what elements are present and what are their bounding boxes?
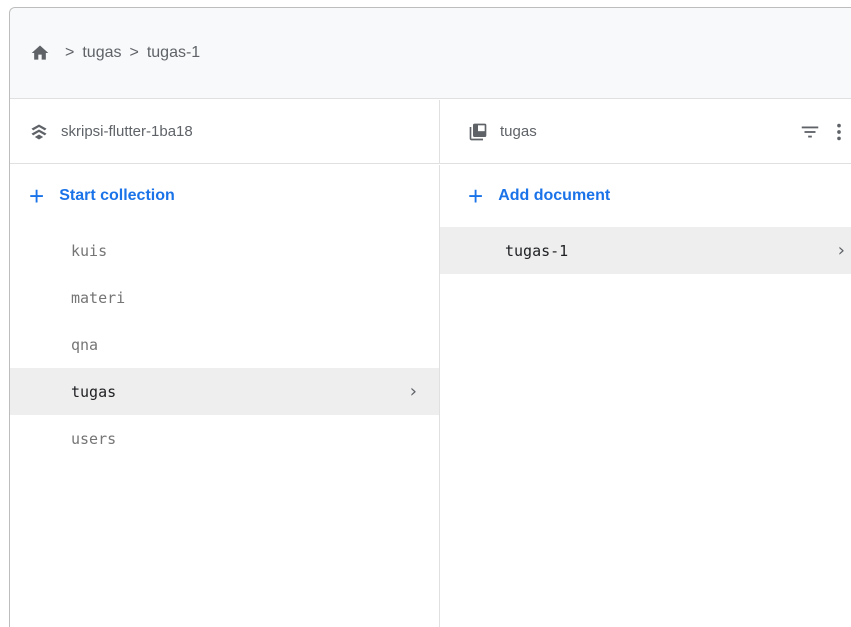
chevron-right-icon: › [409,381,417,402]
project-panel-header: skripsi-flutter-1ba18 [10,100,440,164]
collections-list: + Start collection kuis materi qna tugas… [10,165,440,627]
collection-item-users[interactable]: users [10,415,439,462]
collection-item-kuis[interactable]: kuis [10,227,439,274]
breadcrumb-item-tugas[interactable]: tugas [82,44,121,62]
collection-item-label: users [71,429,117,448]
collection-panel-header: tugas [440,100,851,164]
documents-list: + Add document tugas-1 › [440,165,851,627]
collection-item-qna[interactable]: qna [10,321,439,368]
add-document-button[interactable]: + Add document [440,165,851,227]
more-vert-icon[interactable] [835,121,843,143]
collection-item-label: kuis [71,241,108,260]
firestore-data-viewer: > tugas > tugas-1 skripsi-flutter-1ba18 … [9,7,851,627]
firestore-icon [31,124,47,139]
breadcrumb-item-tugas-1[interactable]: tugas-1 [147,44,200,62]
filter-icon[interactable] [799,121,821,143]
document-item-tugas-1[interactable]: tugas-1 › [440,227,851,274]
collection-item-tugas[interactable]: tugas › [10,368,439,415]
start-collection-button[interactable]: + Start collection [10,165,439,227]
project-name: skripsi-flutter-1ba18 [61,123,193,140]
collection-name: tugas [500,123,537,140]
collection-item-label: tugas [71,382,117,401]
start-collection-label: Start collection [59,187,175,204]
breadcrumb: > tugas > tugas-1 [10,8,851,99]
collection-item-label: qna [71,335,99,354]
collection-item-label: materi [71,288,126,307]
add-document-label: Add document [498,187,611,204]
add-icon: + [29,181,45,211]
collection-icon [469,123,487,140]
add-icon: + [468,181,484,211]
collection-item-materi[interactable]: materi [10,274,439,321]
chevron-right-icon: > [129,44,139,61]
chevron-right-icon: › [837,240,845,261]
chevron-right-icon: > [65,44,75,61]
collection-toolbar [799,100,843,163]
home-icon[interactable] [29,43,51,63]
document-item-label: tugas-1 [505,241,569,260]
